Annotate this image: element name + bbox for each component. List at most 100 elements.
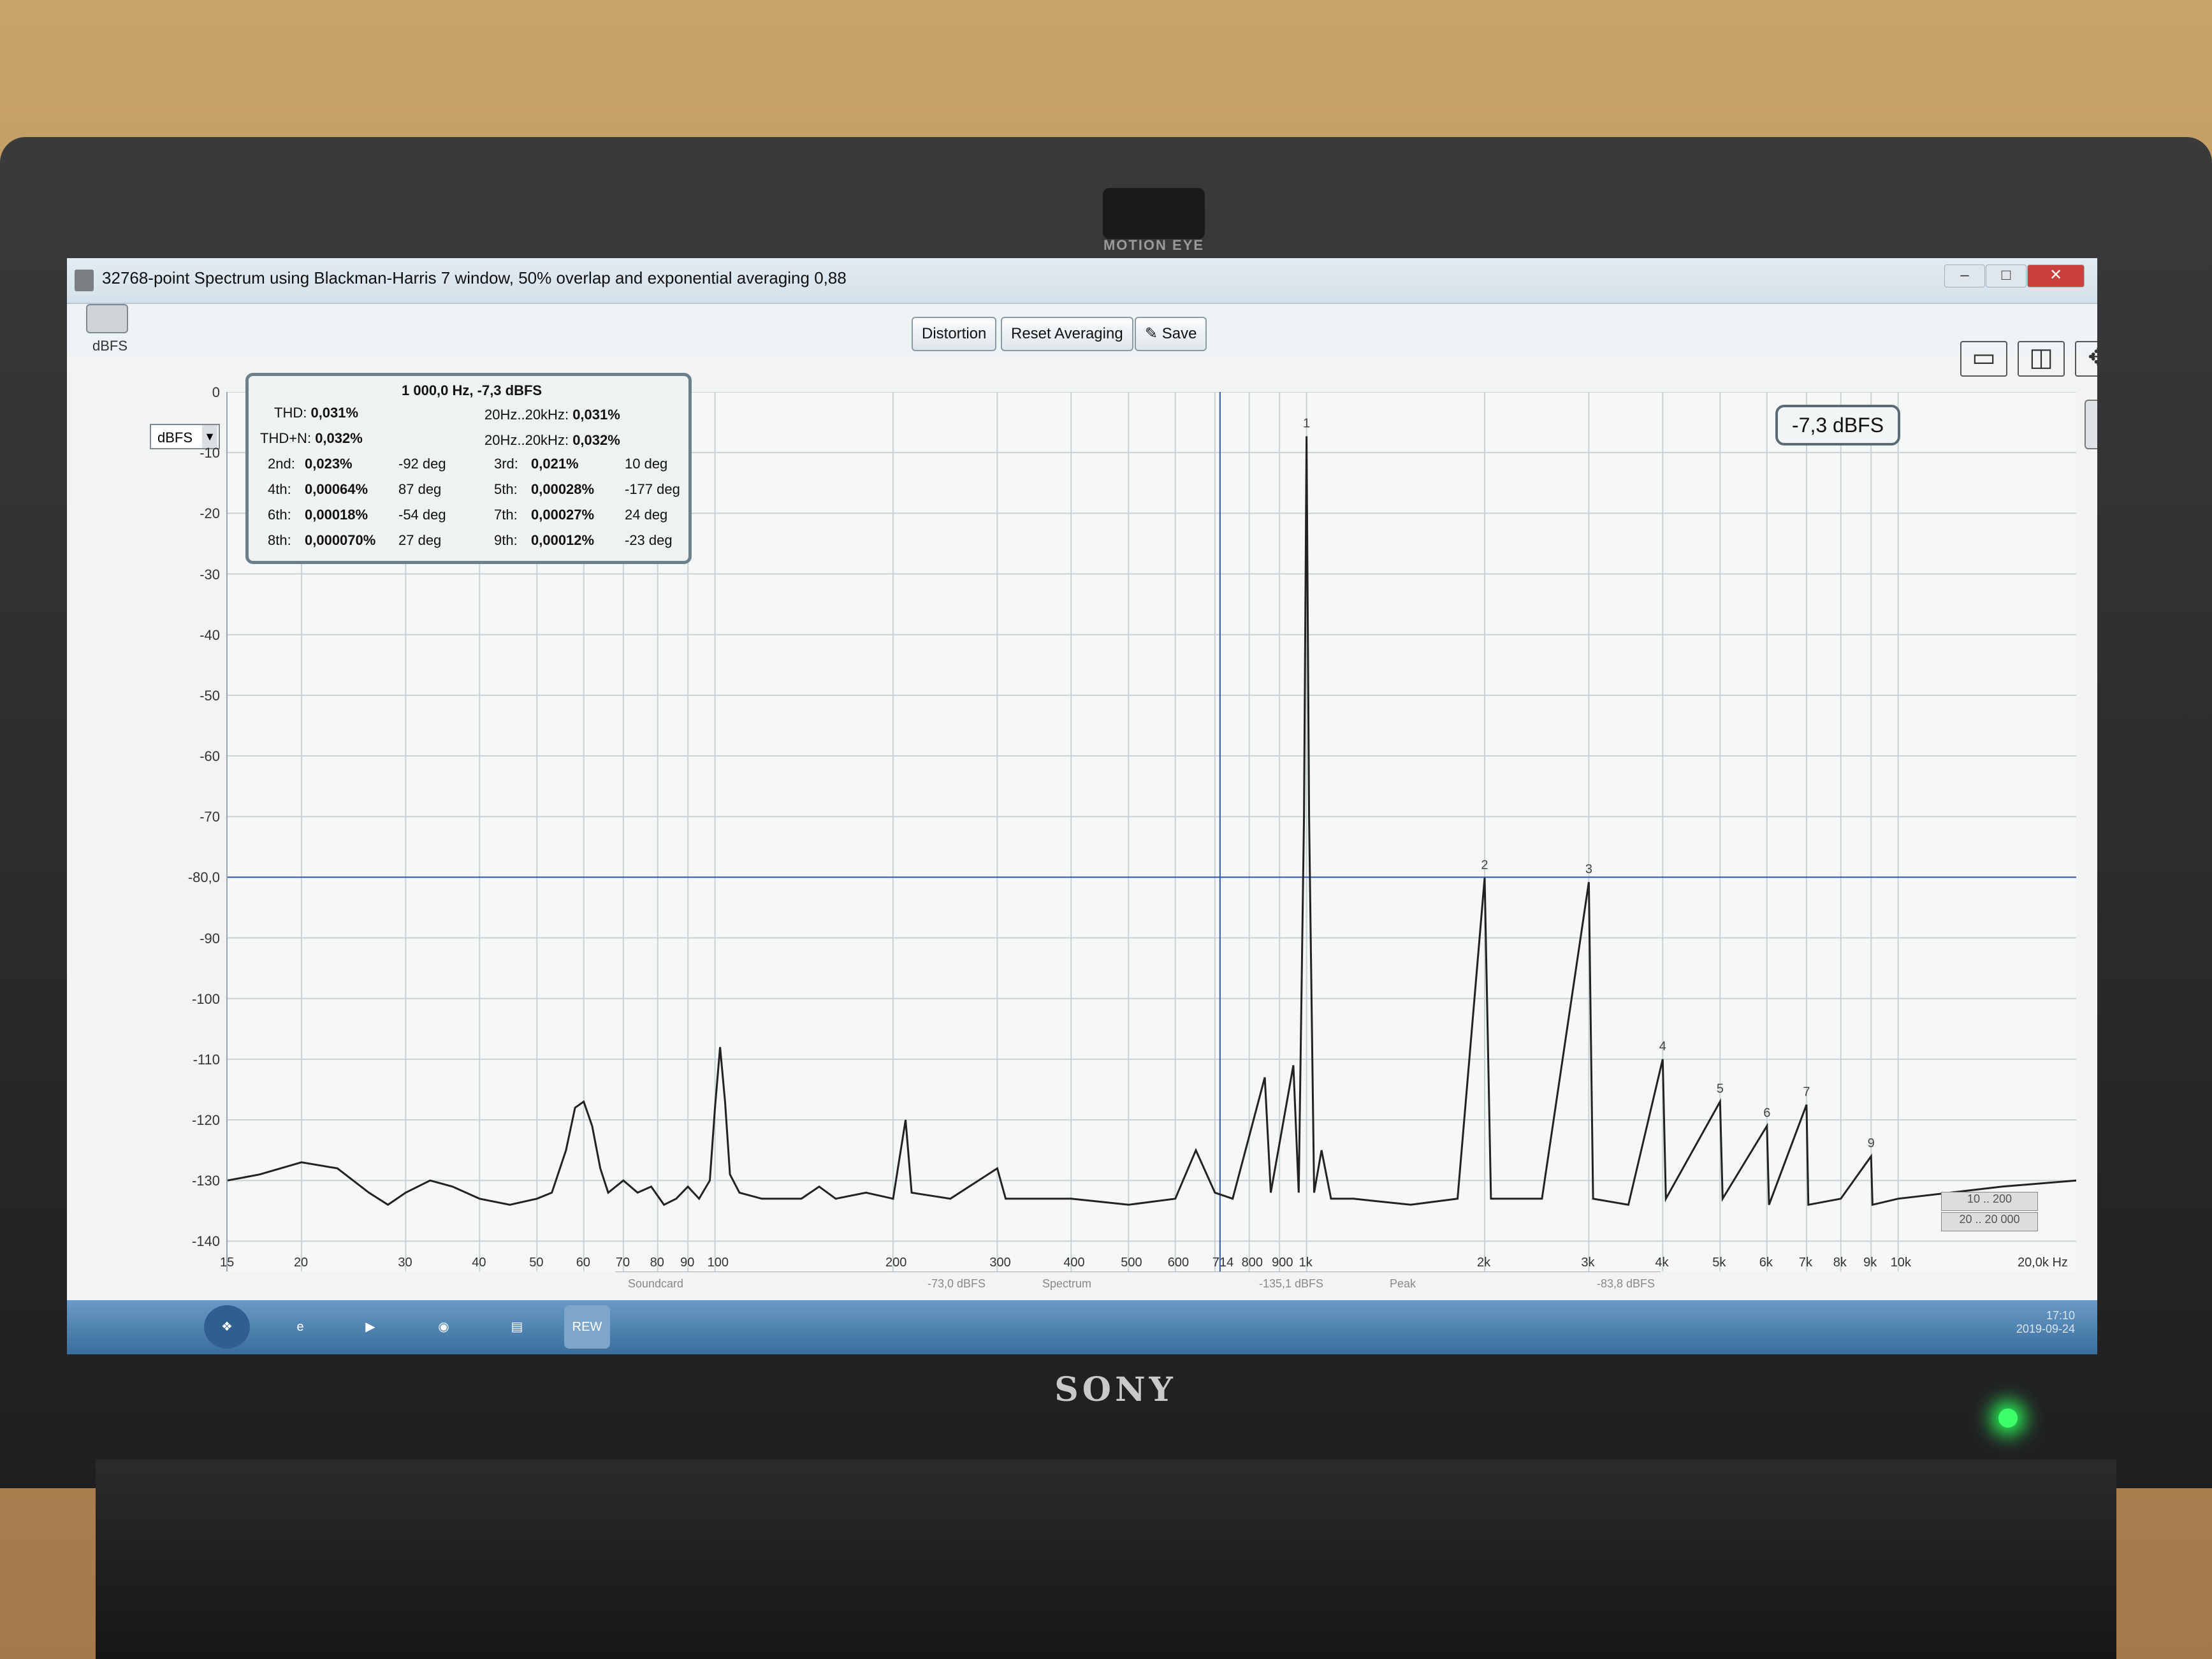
media-player-icon[interactable]: ▶ xyxy=(347,1305,393,1349)
close-button[interactable]: ✕ xyxy=(2027,264,2085,287)
y-tick-label: -140 xyxy=(191,1233,220,1250)
reset-averaging-button[interactable]: Reset Averaging xyxy=(1001,317,1133,351)
thd-band-row: 20Hz..20kHz: 0,031% xyxy=(484,407,620,423)
distortion-header: 1 000,0 Hz, -7,3 dBFS xyxy=(402,382,542,398)
harmonic-label: 6th: xyxy=(268,507,291,523)
peak-label: 1 xyxy=(1303,416,1310,430)
distortion-panel: 1 000,0 Hz, -7,3 dBFS THD: 0,031% 20Hz..… xyxy=(245,373,692,564)
harmonic-phase: -23 deg xyxy=(625,532,673,548)
y-axis-unit: dBFS xyxy=(92,338,128,354)
window-title: 32768-point Spectrum using Blackman-Harr… xyxy=(102,268,847,287)
peak-label: 3 xyxy=(1585,862,1592,876)
peak-label: 2 xyxy=(1481,858,1488,872)
harmonic-value: 0,023% xyxy=(305,456,353,472)
chrome-icon[interactable]: ◉ xyxy=(421,1305,467,1349)
move-icon[interactable]: ✥ xyxy=(2075,341,2097,377)
y-tick-label: -20 xyxy=(200,505,220,522)
range-box-full[interactable]: 20 .. 20 000 xyxy=(1941,1212,2038,1231)
y-tick-label: -130 xyxy=(191,1173,220,1189)
x-tick-label: 10k xyxy=(1890,1256,1911,1270)
rew-taskbar-button[interactable]: REW xyxy=(564,1305,610,1349)
y-tick-label: -30 xyxy=(200,566,220,583)
harmonic-phase: 10 deg xyxy=(625,456,668,472)
y-tick-label: -50 xyxy=(200,687,220,704)
harmonic-phase: -54 deg xyxy=(398,507,446,523)
x-tick-label: 1k xyxy=(1299,1256,1313,1270)
range-box-low[interactable]: 10 .. 200 xyxy=(1941,1192,2038,1211)
columns-icon[interactable]: ◫ xyxy=(2018,341,2065,377)
harmonic-value: 0,000070% xyxy=(305,532,376,548)
x-tick-label: 900 xyxy=(1272,1256,1293,1270)
harmonic-value: 0,021% xyxy=(531,456,579,472)
thdn-band-value: 0,032% xyxy=(572,432,620,448)
x-tick-label: 6k xyxy=(1759,1256,1773,1270)
save-button[interactable]: ✎ Save xyxy=(1135,317,1207,351)
harmonic-phase: 27 deg xyxy=(398,532,442,548)
x-tick-label: 90 xyxy=(680,1256,695,1270)
thdn-row: THD+N: 0,032% xyxy=(260,430,363,447)
legend-soundcard-value: -73,0 dBFS xyxy=(928,1277,986,1290)
record-button[interactable] xyxy=(2085,400,2097,449)
folder-icon[interactable]: ▤ xyxy=(494,1305,540,1349)
y-tick-label: -70 xyxy=(200,809,220,825)
x-tick-label: 4k xyxy=(1655,1256,1669,1270)
y-tick-label: -40 xyxy=(200,627,220,643)
x-tick-label: 400 xyxy=(1063,1256,1085,1270)
thdn-value: 0,032% xyxy=(315,430,363,446)
x-tick-label: 3k xyxy=(1581,1256,1595,1270)
power-led xyxy=(1998,1409,2018,1428)
harmonic-value: 0,00012% xyxy=(531,532,595,548)
clock: 17:10 2019-09-24 xyxy=(1947,1309,2075,1336)
camera-label: MOTION EYE xyxy=(1103,237,1205,253)
legend-peak[interactable]: Peak xyxy=(1390,1277,1416,1291)
legend-bar: Soundcard -73,0 dBFS Spectrum -135,1 dBF… xyxy=(615,1271,1661,1298)
browser-icon[interactable]: e xyxy=(277,1305,323,1349)
taskbar: ❖ e ▶ ◉ ▤ REW 17:10 2019-09-24 xyxy=(67,1300,2097,1354)
toolbar: Distortion Reset Averaging ✎ Save xyxy=(67,304,2097,355)
distortion-button[interactable]: Distortion xyxy=(912,317,997,351)
keyboard-deck xyxy=(96,1460,2116,1659)
legend-spectrum-value: -135,1 dBFS xyxy=(1259,1277,1324,1290)
harmonic-value: 0,00028% xyxy=(531,481,595,497)
y-tick-label: -120 xyxy=(191,1112,220,1129)
harmonic-phase: -92 deg xyxy=(398,456,446,472)
x-tick-label: 714 xyxy=(1212,1256,1234,1270)
x-tick-label: 200 xyxy=(885,1256,907,1270)
x-tick-label: 40 xyxy=(472,1256,486,1270)
x-tick-label: 80 xyxy=(650,1256,664,1270)
save-label: Save xyxy=(1161,325,1197,342)
y-tick-label: -80,0 xyxy=(187,869,220,886)
harmonic-label: 9th: xyxy=(494,532,518,548)
save-icon: ✎ xyxy=(1145,325,1162,342)
maximize-button[interactable]: □ xyxy=(1986,264,2026,287)
harmonic-label: 3rd: xyxy=(494,456,518,472)
x-tick-label: 60 xyxy=(576,1256,590,1270)
harmonic-value: 0,00027% xyxy=(531,507,595,523)
x-tick-label: 8k xyxy=(1833,1256,1847,1270)
y-tick-label: -90 xyxy=(200,930,220,946)
camera-icon[interactable] xyxy=(86,304,128,333)
level-badge: -7,3 dBFS xyxy=(1775,405,1901,446)
thd-band-label: 20Hz..20kHz: xyxy=(484,407,569,423)
legend-spectrum[interactable]: Spectrum xyxy=(1042,1277,1091,1291)
x-tick-label: 7k xyxy=(1798,1256,1812,1270)
x-tick-label: 500 xyxy=(1121,1256,1142,1270)
thd-band-value: 0,031% xyxy=(572,407,620,423)
peak-label: 7 xyxy=(1803,1085,1810,1099)
x-tick-label: 70 xyxy=(615,1256,630,1270)
x-tick-label: 9k xyxy=(1863,1256,1877,1270)
x-tick-label: 50 xyxy=(529,1256,544,1270)
legend-soundcard[interactable]: Soundcard xyxy=(628,1277,683,1291)
harmonic-phase: 24 deg xyxy=(625,507,668,523)
minimize-button[interactable]: – xyxy=(1944,264,1985,287)
screen-layout-icon[interactable]: ▭ xyxy=(1960,341,2007,377)
thdn-band-row: 20Hz..20kHz: 0,032% xyxy=(484,432,620,449)
thdn-band-label: 20Hz..20kHz: xyxy=(484,432,569,448)
harmonic-phase: -177 deg xyxy=(625,481,680,497)
harmonic-value: 0,00064% xyxy=(305,481,368,497)
harmonic-label: 5th: xyxy=(494,481,518,497)
start-icon[interactable]: ❖ xyxy=(204,1305,250,1349)
thd-value: 0,031% xyxy=(310,405,359,421)
legend-peak-value: -83,8 dBFS xyxy=(1597,1277,1655,1290)
clock-time: 17:10 xyxy=(2046,1309,2075,1322)
